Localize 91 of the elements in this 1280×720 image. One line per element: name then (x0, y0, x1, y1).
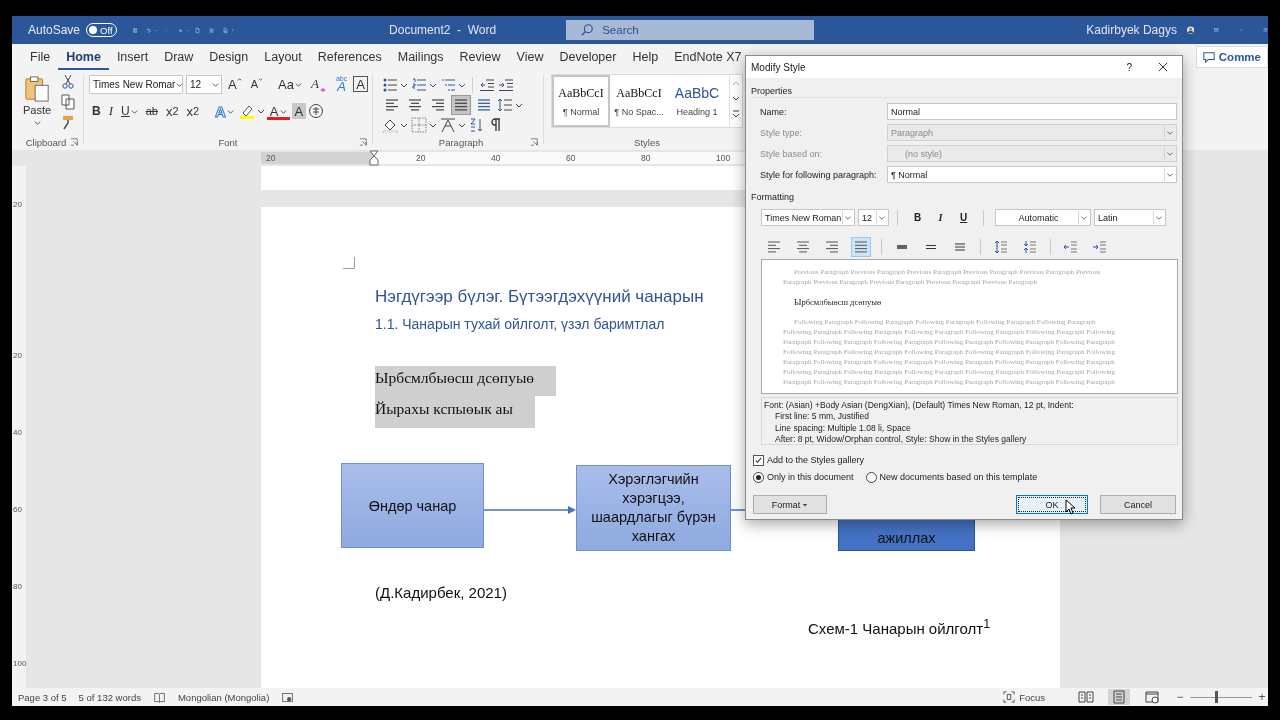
character-border-button[interactable]: A (353, 76, 368, 92)
ruler-number: 20 (416, 152, 426, 164)
section-label: Formatting (751, 191, 794, 203)
grow-font-button[interactable]: A (225, 75, 245, 93)
subheading: 1.1. Чанарын тухай ойлголт, үзэл баримтлал (375, 315, 665, 333)
group-label: Styles (634, 136, 660, 148)
clear-formatting-button[interactable]: A (307, 75, 330, 93)
ribbon-tab[interactable]: File (22, 44, 59, 70)
help-button[interactable]: ? (1126, 61, 1132, 73)
search-field[interactable]: Search (566, 20, 815, 40)
group-label: Paragraph (438, 136, 484, 148)
ribbon-tab[interactable]: References (309, 44, 390, 70)
comments-button[interactable]: Comme (1195, 46, 1268, 68)
diagram-box: Өндөр чанар (341, 463, 484, 548)
format-button[interactable]: Format (753, 495, 827, 514)
ribbon-tab[interactable]: Help (624, 44, 667, 70)
ruler-number: 20 (13, 351, 22, 360)
word-count[interactable]: 5 of 132 words (78, 691, 141, 703)
font-size-field[interactable]: 12 (186, 74, 222, 94)
autosave-label: AutoSave (28, 23, 81, 37)
shrink-font-button[interactable]: A (247, 75, 266, 93)
underline-button[interactable]: U (952, 212, 975, 223)
ribbon-tab[interactable]: Home (58, 44, 109, 70)
font-color-button[interactable]: A (266, 102, 290, 120)
ribbon-tab[interactable]: View (508, 44, 552, 70)
description-line: Line spacing: Multiple 1.08 li, Space (775, 422, 911, 433)
heading: Нэгдүгээр бүлэг. Бүтээгдэхүүний чанарын (375, 287, 704, 307)
section-label: Properties (751, 85, 1177, 98)
bold-button[interactable]: B (89, 102, 104, 120)
italic-button[interactable]: I (105, 102, 116, 120)
change-case-button[interactable]: Aa (275, 75, 305, 93)
description-line: Font: (Asian) +Body Asian (DengXian), (Default) Times New Roman, 12 pt, Indent: (764, 400, 1074, 410)
diagram-box: Хэрэглэгчийн хэрэгцээ, шаардлагыг бүрэн хангах (576, 465, 731, 551)
highlighted-text: Йырахы кспыөык аы (375, 396, 535, 428)
script-dropdown[interactable]: Latin (1094, 209, 1166, 226)
ruler-number: 100 (13, 659, 27, 668)
checkbox-label[interactable]: Add to the Styles gallery (767, 455, 865, 465)
field-label: Style based on: (760, 148, 823, 159)
field-label: Name: (760, 106, 787, 117)
field-label: Style type: (760, 127, 803, 138)
character-shading-button[interactable]: A (291, 103, 307, 119)
citation: (Д.Кадирбек, 2021) (375, 584, 507, 602)
ribbon-tab[interactable]: Review (451, 44, 509, 70)
ribbon-tab[interactable]: Developer (551, 44, 625, 70)
font-dropdown[interactable]: Times New Roman (761, 209, 855, 226)
ruler-number: 60 (566, 152, 576, 164)
ruler-number: 40 (13, 428, 22, 437)
ruler-number: 80 (641, 152, 651, 164)
strikethrough-button[interactable]: ab (142, 102, 161, 120)
field-label: Style for following paragraph: (760, 169, 877, 180)
ribbon-tab[interactable]: Mailings (389, 44, 452, 70)
ruler-number: 20 (13, 200, 22, 209)
ruler-number: 100 (716, 152, 731, 164)
size-dropdown[interactable]: 12 (858, 209, 889, 226)
zoom-out-button[interactable]: − (1174, 690, 1186, 704)
paste-button[interactable]: Paste (20, 74, 55, 130)
bold-button[interactable]: B (906, 212, 929, 223)
font-color-dropdown[interactable]: Automatic (995, 209, 1091, 226)
italic-button[interactable]: I (929, 212, 952, 223)
style-gallery-item[interactable]: AaBbC Heading 1 (668, 75, 726, 127)
ruler-number: 40 (491, 152, 501, 164)
dropdown[interactable]: ¶ Normal (887, 166, 1177, 183)
ribbon-tab[interactable]: Design (201, 44, 257, 70)
cancel-button[interactable]: Cancel (1100, 495, 1176, 514)
underline-button[interactable]: U (118, 102, 141, 120)
zoom-in-button[interactable]: + (1256, 690, 1268, 704)
name-field[interactable]: Normal (887, 103, 1177, 120)
group-label: Font (218, 136, 238, 148)
language[interactable]: Mongolian (Mongolia) (177, 691, 270, 703)
description-line: First line: 5 mm, Justified (775, 411, 869, 422)
user-name[interactable]: Kadirbyek Dagys (1086, 23, 1177, 37)
description-line: After: 8 pt, Widow/Orphan control, Style: Show in the Styles gallery (775, 433, 1027, 444)
window-title: Document2 - Word (389, 23, 497, 37)
font-name-field[interactable]: Times New Romar (89, 74, 183, 94)
ribbon-tab[interactable]: EndNote X7 (666, 44, 750, 70)
ruler-number: 20 (266, 152, 276, 164)
ribbon-tab[interactable]: Layout (256, 44, 310, 70)
style-gallery-item[interactable]: AaBbCcI ¶ Normal (552, 75, 610, 127)
ribbon-tab[interactable]: Draw (156, 44, 202, 70)
figure-caption: Схем-1 Чанарын ойлголт$^{1}$ (808, 616, 991, 638)
group-label: Clipboard (25, 136, 67, 148)
ribbon-tab[interactable]: Insert (108, 44, 157, 70)
focus-button[interactable]: Focus (1003, 691, 1045, 703)
preview-sample: Ырбсмлбыөсш дсөпуыө (794, 296, 882, 308)
ok-button[interactable]: OK (1016, 495, 1088, 514)
ruler-number: 80 (13, 582, 22, 591)
dialog-title: Modify Style (751, 61, 807, 73)
ruler-number: 60 (13, 505, 22, 514)
style-gallery-item[interactable]: AaBbCcI ¶ No Spac... (610, 75, 668, 127)
page-count[interactable]: Page 3 of 5 (18, 691, 67, 703)
highlighted-text: Ырбсмлбыөсш дсөпуыө (375, 366, 557, 396)
